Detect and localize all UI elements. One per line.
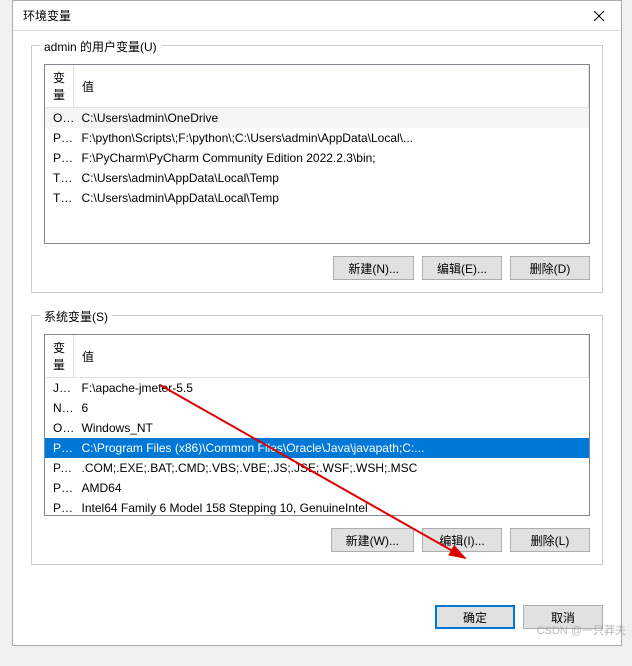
- user-delete-button[interactable]: 删除(D): [510, 256, 590, 280]
- cell-var: PROCESSOR_IDENTIFIER: [45, 498, 74, 516]
- sys-new-button[interactable]: 新建(W)...: [331, 528, 414, 552]
- close-button[interactable]: [576, 1, 621, 31]
- table-row[interactable]: OneDriveC:\Users\admin\OneDrive: [45, 108, 589, 129]
- user-vars-table: 变量 值 OneDriveC:\Users\admin\OneDrivePath…: [45, 65, 589, 208]
- table-row[interactable]: PyCharm Community Editi...F:\PyCharm\PyC…: [45, 148, 589, 168]
- sys-edit-button[interactable]: 编辑(I)...: [422, 528, 502, 552]
- dialog-content: admin 的用户变量(U) 变量 值 OneDriveC:\Users\adm…: [13, 31, 621, 597]
- cell-val: AMD64: [74, 478, 589, 498]
- cell-var: PyCharm Community Editi...: [45, 148, 74, 168]
- cell-var: NUMBER_OF_PROCESSORS: [45, 398, 74, 418]
- cell-val: F:\python\Scripts\;F:\python\;C:\Users\a…: [74, 128, 589, 148]
- close-icon: [594, 11, 604, 21]
- user-vars-table-wrap[interactable]: 变量 值 OneDriveC:\Users\admin\OneDrivePath…: [44, 64, 590, 244]
- cell-val: Intel64 Family 6 Model 158 Stepping 10, …: [74, 498, 589, 516]
- cell-val: C:\Program Files (x86)\Common Files\Orac…: [74, 438, 589, 458]
- user-vars-legend: admin 的用户变量(U): [40, 38, 161, 55]
- cell-val: C:\Users\admin\AppData\Local\Temp: [74, 188, 589, 208]
- sys-vars-group: 系统变量(S) 变量 值 JMETER_HOMEF:\apache-jmeter…: [31, 315, 603, 565]
- cell-var: PROCESSOR_ARCHITECT...: [45, 478, 74, 498]
- table-row[interactable]: PATHEXT.COM;.EXE;.BAT;.CMD;.VBS;.VBE;.JS…: [45, 458, 589, 478]
- col-header-var[interactable]: 变量: [45, 335, 74, 378]
- cell-val: F:\apache-jmeter-5.5: [74, 378, 589, 399]
- cell-val: C:\Users\admin\AppData\Local\Temp: [74, 168, 589, 188]
- table-row[interactable]: JMETER_HOMEF:\apache-jmeter-5.5: [45, 378, 589, 399]
- sys-vars-legend: 系统变量(S): [40, 308, 112, 325]
- table-row[interactable]: PathF:\python\Scripts\;F:\python\;C:\Use…: [45, 128, 589, 148]
- table-row[interactable]: PathC:\Program Files (x86)\Common Files\…: [45, 438, 589, 458]
- cell-var: OS: [45, 418, 74, 438]
- ok-button[interactable]: 确定: [435, 605, 515, 629]
- table-row[interactable]: PROCESSOR_IDENTIFIERIntel64 Family 6 Mod…: [45, 498, 589, 516]
- table-row[interactable]: TEMPC:\Users\admin\AppData\Local\Temp: [45, 168, 589, 188]
- sys-vars-table-wrap[interactable]: 变量 值 JMETER_HOMEF:\apache-jmeter-5.5NUMB…: [44, 334, 590, 516]
- cell-var: TEMP: [45, 168, 74, 188]
- col-header-val[interactable]: 值: [74, 65, 589, 108]
- table-row[interactable]: OSWindows_NT: [45, 418, 589, 438]
- sys-delete-button[interactable]: 删除(L): [510, 528, 590, 552]
- col-header-var[interactable]: 变量: [45, 65, 74, 108]
- user-new-button[interactable]: 新建(N)...: [333, 256, 414, 280]
- cell-var: PATHEXT: [45, 458, 74, 478]
- cell-var: Path: [45, 438, 74, 458]
- sys-vars-buttons: 新建(W)... 编辑(I)... 删除(L): [44, 528, 590, 552]
- cell-val: C:\Users\admin\OneDrive: [74, 108, 589, 129]
- user-vars-group: admin 的用户变量(U) 变量 值 OneDriveC:\Users\adm…: [31, 45, 603, 293]
- cell-var: Path: [45, 128, 74, 148]
- cell-val: 6: [74, 398, 589, 418]
- dialog-title: 环境变量: [23, 7, 71, 24]
- env-vars-dialog: 环境变量 admin 的用户变量(U) 变量 值 OneDriveC:\User…: [12, 0, 622, 646]
- table-row[interactable]: NUMBER_OF_PROCESSORS6: [45, 398, 589, 418]
- user-edit-button[interactable]: 编辑(E)...: [422, 256, 502, 280]
- cell-val: F:\PyCharm\PyCharm Community Edition 202…: [74, 148, 589, 168]
- user-vars-buttons: 新建(N)... 编辑(E)... 删除(D): [44, 256, 590, 280]
- cell-val: Windows_NT: [74, 418, 589, 438]
- titlebar: 环境变量: [13, 1, 621, 31]
- cell-val: .COM;.EXE;.BAT;.CMD;.VBS;.VBE;.JS;.JSE;.…: [74, 458, 589, 478]
- cell-var: OneDrive: [45, 108, 74, 129]
- table-row[interactable]: TMPC:\Users\admin\AppData\Local\Temp: [45, 188, 589, 208]
- table-row[interactable]: PROCESSOR_ARCHITECT...AMD64: [45, 478, 589, 498]
- cell-var: JMETER_HOME: [45, 378, 74, 399]
- col-header-val[interactable]: 值: [74, 335, 589, 378]
- cell-var: TMP: [45, 188, 74, 208]
- dialog-footer: 确定 取消: [13, 597, 621, 641]
- cancel-button[interactable]: 取消: [523, 605, 603, 629]
- sys-vars-table: 变量 值 JMETER_HOMEF:\apache-jmeter-5.5NUMB…: [45, 335, 589, 516]
